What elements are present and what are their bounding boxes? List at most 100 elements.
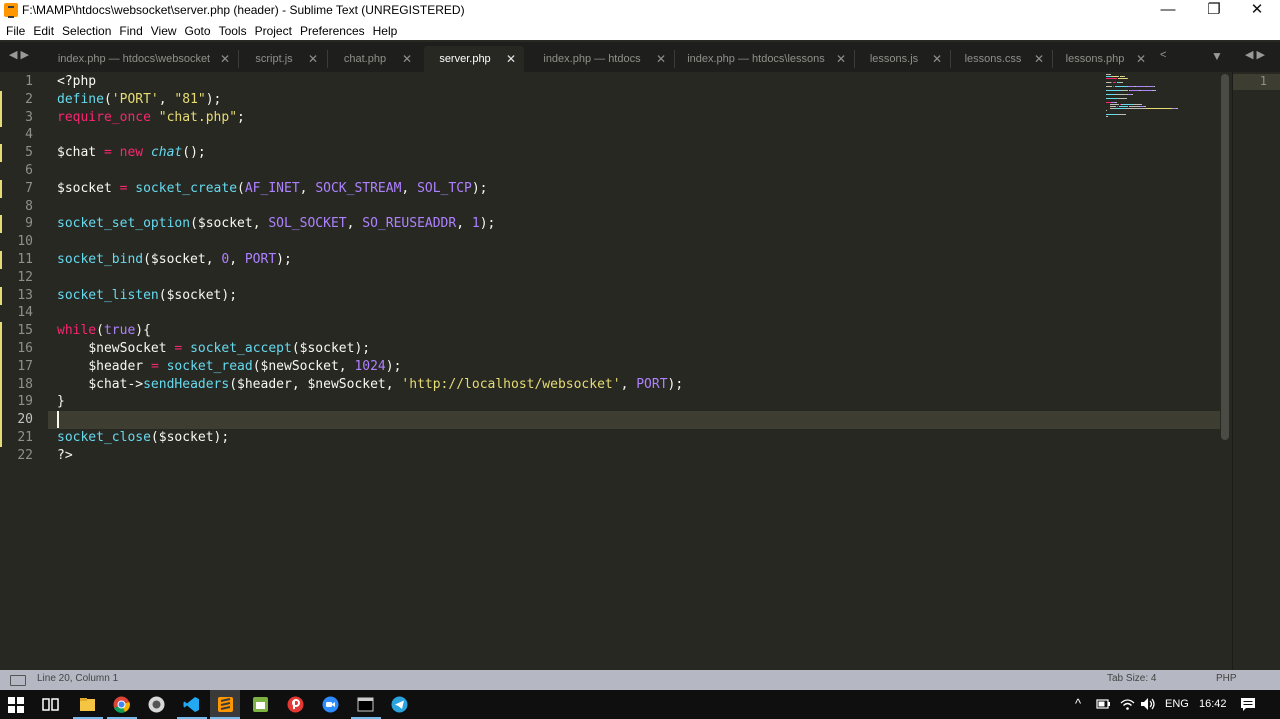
menu-find[interactable]: Find <box>115 24 146 38</box>
task-view-icon[interactable] <box>42 696 59 713</box>
close-button[interactable]: ✕ <box>1234 0 1280 22</box>
notifications-icon[interactable] <box>1240 697 1256 712</box>
chrome-icon[interactable] <box>113 696 130 713</box>
tab-overflow-icon[interactable]: < <box>1160 49 1166 61</box>
tab-close-icon[interactable]: ✕ <box>932 46 942 72</box>
tab-close-icon[interactable]: ✕ <box>1034 46 1044 72</box>
code-line[interactable]: define('PORT', "81"); <box>57 91 221 109</box>
code-token: $newSocket <box>260 358 339 374</box>
code-line[interactable]: socket_listen($socket); <box>57 287 237 305</box>
minimap-token <box>1106 114 1117 115</box>
tab-script-js[interactable]: script.js ✕ <box>240 46 326 72</box>
code-token: ( <box>143 252 151 267</box>
menu-edit[interactable]: Edit <box>29 24 58 38</box>
code-line[interactable]: $header = socket_read($newSocket, 1024); <box>57 358 401 376</box>
minimap-token <box>1118 106 1129 107</box>
minimap-token <box>1143 106 1146 107</box>
zoom-icon[interactable] <box>322 696 339 713</box>
sublime-text-icon[interactable] <box>217 696 234 713</box>
menu-view[interactable]: View <box>147 24 181 38</box>
code-token: , <box>205 252 222 267</box>
pane-scroll-arrows-icon[interactable]: ◀ ▶ <box>1245 48 1265 61</box>
tab-close-icon[interactable]: ✕ <box>308 46 318 72</box>
tab-lessons-css[interactable]: lessons.css ✕ <box>952 46 1052 72</box>
tab-server-php[interactable]: server.php ✕ <box>424 46 524 72</box>
code-token: = <box>150 358 159 374</box>
code-token: $socket <box>158 430 214 445</box>
vertical-scrollbar[interactable] <box>1221 74 1229 440</box>
second-editor-pane[interactable]: 1 <box>1232 72 1280 670</box>
code-line[interactable]: <?php <box>57 73 96 91</box>
wifi-icon[interactable] <box>1120 697 1135 711</box>
tab-size-selector[interactable]: Tab Size: 4 <box>1107 673 1156 684</box>
code-line[interactable]: } <box>57 393 65 411</box>
battery-icon[interactable] <box>1096 698 1111 710</box>
code-line[interactable]: while(true){ <box>57 322 151 340</box>
tab-divider <box>950 50 951 68</box>
menu-tools[interactable]: Tools <box>215 24 251 38</box>
code-line[interactable]: require_once "chat.php"; <box>57 109 245 127</box>
code-token: ); <box>221 287 238 303</box>
menu-project[interactable]: Project <box>251 24 296 38</box>
code-line[interactable]: $chat->sendHeaders($header, $newSocket, … <box>57 376 683 394</box>
tab-index-websocket[interactable]: index.php — htdocs\websocket ✕ <box>48 46 238 72</box>
volume-icon[interactable] <box>1140 697 1156 711</box>
tab-index-htdocs[interactable]: index.php — htdocs ✕ <box>528 46 674 72</box>
tab-list-dropdown-icon[interactable]: ▼ <box>1211 49 1223 63</box>
maximize-button[interactable]: ❐ <box>1191 0 1237 22</box>
tab-lessons-php[interactable]: lessons.php ✕ <box>1054 46 1154 72</box>
tab-close-icon[interactable]: ✕ <box>1136 46 1146 72</box>
windows-start-icon[interactable] <box>8 697 24 713</box>
code-line[interactable]: socket_set_option($socket, SOL_SOCKET, S… <box>57 215 495 233</box>
code-line[interactable]: ?> <box>57 447 73 465</box>
menu-selection[interactable]: Selection <box>58 24 115 38</box>
code-editor[interactable]: <?php define('PORT', "81"); require_once "… <box>57 72 1097 670</box>
code-line[interactable]: socket_bind($socket, 0, PORT); <box>57 251 292 269</box>
code-line[interactable]: $newSocket = socket_accept($socket); <box>57 340 370 358</box>
tray-overflow-icon[interactable]: ^ <box>1075 696 1081 711</box>
code-token: chat <box>150 145 183 161</box>
code-token: $socket <box>166 287 222 303</box>
tab-chat-php[interactable]: chat.php ✕ <box>328 46 420 72</box>
tab-close-icon[interactable]: ✕ <box>220 46 230 72</box>
telegram-icon[interactable] <box>391 696 408 713</box>
tab-label: index.php — htdocs <box>543 53 641 65</box>
clock[interactable]: 16:42 <box>1199 698 1227 710</box>
android-icon[interactable] <box>252 696 269 713</box>
menu-file[interactable]: File <box>2 24 29 38</box>
menu-help[interactable]: Help <box>369 24 402 38</box>
tab-close-icon[interactable]: ✕ <box>402 46 412 72</box>
tab-scroll-arrows-icon[interactable]: ◀ ▶ <box>9 48 29 61</box>
code-line[interactable]: $chat = new chat(); <box>57 144 206 162</box>
menu-preferences[interactable]: Preferences <box>296 24 369 38</box>
menu-goto[interactable]: Goto <box>181 24 215 38</box>
tab-close-icon[interactable]: ✕ <box>506 46 516 72</box>
vscode-icon[interactable] <box>183 696 200 713</box>
minimap-token <box>1109 106 1116 107</box>
minimap[interactable] <box>1100 72 1220 670</box>
windows-taskbar: ^ ENG 16:42 <box>0 690 1280 719</box>
app-icon-red[interactable] <box>287 696 304 713</box>
tab-index-lessons[interactable]: index.php — htdocs\lessons ✕ <box>676 46 854 72</box>
minimap-token <box>1135 86 1146 87</box>
minimap-token <box>1106 116 1108 117</box>
minimize-button[interactable]: — <box>1145 0 1191 22</box>
title-bar: F:\MAMP\htdocs\websocket\server.php (hea… <box>0 0 1280 22</box>
tab-lessons-js[interactable]: lessons.js ✕ <box>856 46 950 72</box>
code-line[interactable]: $socket = socket_create(AF_INET, SOCK_ST… <box>57 180 488 198</box>
tab-close-icon[interactable]: ✕ <box>656 46 666 72</box>
terminal-icon[interactable] <box>357 696 374 713</box>
file-explorer-icon[interactable] <box>79 696 96 713</box>
code-token: , <box>158 91 175 107</box>
syntax-selector[interactable]: PHP <box>1216 673 1237 684</box>
code-line[interactable]: socket_close($socket); <box>57 429 229 447</box>
code-token: ); <box>276 252 292 267</box>
app-icon-grey[interactable] <box>148 696 165 713</box>
code-token: SOL_SOCKET <box>268 216 347 232</box>
tab-close-icon[interactable]: ✕ <box>836 46 846 72</box>
panel-toggle-icon[interactable] <box>10 675 26 686</box>
input-language[interactable]: ENG <box>1165 698 1189 710</box>
